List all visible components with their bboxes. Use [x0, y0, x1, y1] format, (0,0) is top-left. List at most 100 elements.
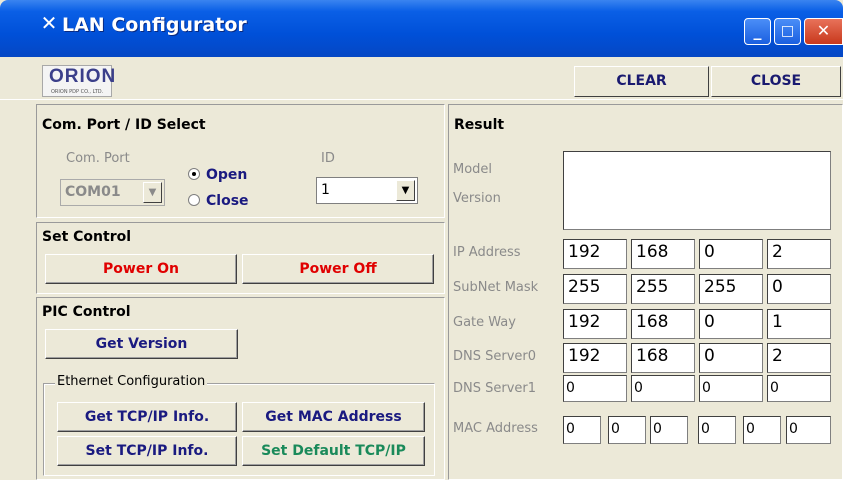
octet-field[interactable]: 0 [631, 375, 695, 402]
power-on-button[interactable]: Power On [45, 254, 237, 284]
power-off-button[interactable]: Power Off [242, 254, 434, 284]
result-title: Result [454, 117, 505, 133]
octet-field[interactable]: 192 [563, 343, 627, 373]
octet-value: 0 [704, 346, 715, 366]
minimize-icon: _ [753, 21, 762, 40]
com-port-select[interactable]: COM01 ▼ [60, 179, 165, 206]
octet-value: 1 [772, 312, 783, 332]
radio-selected-icon [188, 168, 200, 180]
octet-field[interactable]: 192 [563, 239, 627, 269]
result-row-label: DNS Server0 [453, 349, 537, 364]
octet-field[interactable]: 0 [767, 274, 831, 304]
octet-field[interactable]: 0 [699, 309, 763, 339]
close-icon: ✕ [816, 21, 831, 40]
set-default-tcpip-button[interactable]: Set Default TCP/IP [242, 436, 425, 466]
chevron-down-icon: ▼ [396, 180, 415, 201]
close-radio[interactable]: Close [188, 193, 249, 209]
octet-value: 0 [702, 380, 711, 396]
octet-field[interactable]: 168 [631, 343, 695, 373]
octet-field[interactable]: 255 [563, 274, 627, 304]
com-port-title: Com. Port / ID Select [42, 117, 206, 133]
octet-value: 192 [568, 242, 601, 262]
octet-value: 168 [636, 346, 669, 366]
octet-value: 2 [772, 346, 783, 366]
octet-field[interactable]: 1 [767, 309, 831, 339]
octet-value: 0 [770, 380, 779, 396]
octet-value: 2 [772, 242, 783, 262]
octet-value: 0 [772, 277, 783, 297]
tools-icon: ✕ [40, 11, 58, 35]
maximize-icon: □ [780, 23, 795, 39]
model-label: Model [453, 162, 493, 177]
maximize-button[interactable]: □ [774, 18, 801, 45]
octet-field[interactable]: 192 [563, 309, 627, 339]
mac-byte-field[interactable]: 0 [698, 416, 736, 444]
result-row-label: Gate Way [453, 315, 516, 330]
get-tcpip-button[interactable]: Get TCP/IP Info. [57, 402, 237, 432]
result-row-label: IP Address [453, 245, 521, 260]
minimize-button[interactable]: _ [744, 18, 771, 45]
radio-icon [188, 194, 200, 206]
octet-value: 255 [704, 277, 737, 297]
title-bar[interactable]: ✕ LAN Configurator _ □ ✕ [0, 0, 843, 57]
octet-value: 0 [704, 312, 715, 332]
com-port-label: Com. Port [66, 151, 130, 166]
octet-value: 168 [636, 242, 669, 262]
com-port-value: COM01 [65, 184, 121, 200]
octet-value: 255 [568, 277, 601, 297]
octet-field[interactable]: 255 [631, 274, 695, 304]
close-window-button[interactable]: ✕ [804, 18, 843, 45]
octet-value: 0 [634, 380, 643, 396]
open-label: Open [206, 167, 248, 183]
mac-byte-value: 0 [746, 421, 755, 437]
mac-byte-value: 0 [611, 421, 620, 437]
octet-value: 168 [636, 312, 669, 332]
get-version-button[interactable]: Get Version [45, 329, 238, 359]
close-button[interactable]: CLOSE [711, 66, 841, 97]
octet-field[interactable]: 255 [699, 274, 763, 304]
set-control-title: Set Control [42, 229, 132, 245]
octet-value: 192 [568, 312, 601, 332]
window-title: LAN Configurator [62, 14, 247, 36]
octet-field[interactable]: 0 [767, 375, 831, 402]
orion-logo: ORION ORION PDP CO., LTD. [42, 65, 115, 97]
id-value: 1 [321, 182, 330, 198]
id-select[interactable]: 1 ▼ [316, 177, 418, 204]
octet-value: 255 [636, 277, 669, 297]
mac-byte-field[interactable]: 0 [608, 416, 646, 444]
mac-byte-field[interactable]: 0 [650, 416, 688, 444]
result-row-label: DNS Server1 [453, 381, 537, 396]
chevron-down-icon: ▼ [143, 182, 162, 203]
lan-configurator-window: ✕ LAN Configurator _ □ ✕ ORION ORION PDP… [0, 0, 843, 480]
model-version-box[interactable] [563, 151, 831, 230]
mac-byte-value: 0 [653, 421, 662, 437]
mac-byte-field[interactable]: 0 [563, 416, 601, 444]
version-label: Version [453, 191, 501, 206]
octet-field[interactable]: 2 [767, 239, 831, 269]
mac-byte-field[interactable]: 0 [743, 416, 781, 444]
octet-field[interactable]: 2 [767, 343, 831, 373]
open-radio[interactable]: Open [188, 167, 247, 183]
logo-text: ORION [49, 66, 117, 87]
mac-address-label: MAC Address [453, 421, 538, 436]
result-row-label: SubNet Mask [453, 280, 539, 295]
id-label: ID [321, 151, 335, 166]
mac-byte-value: 0 [566, 421, 575, 437]
octet-field[interactable]: 0 [699, 239, 763, 269]
octet-field[interactable]: 168 [631, 239, 695, 269]
octet-field[interactable]: 0 [563, 375, 627, 402]
mac-byte-value: 0 [701, 421, 710, 437]
mac-byte-value: 0 [789, 421, 798, 437]
octet-field[interactable]: 168 [631, 309, 695, 339]
octet-value: 0 [704, 242, 715, 262]
close-label: Close [206, 193, 249, 209]
ethernet-config-label: Ethernet Configuration [55, 374, 208, 389]
get-mac-address-button[interactable]: Get MAC Address [242, 402, 425, 432]
mac-byte-field[interactable]: 0 [786, 416, 831, 444]
octet-field[interactable]: 0 [699, 343, 763, 373]
set-tcpip-button[interactable]: Set TCP/IP Info. [57, 436, 237, 466]
pic-control-title: PIC Control [42, 304, 131, 320]
octet-field[interactable]: 0 [699, 375, 763, 402]
clear-button[interactable]: CLEAR [574, 66, 709, 97]
logo-subtext: ORION PDP CO., LTD. [51, 89, 104, 95]
